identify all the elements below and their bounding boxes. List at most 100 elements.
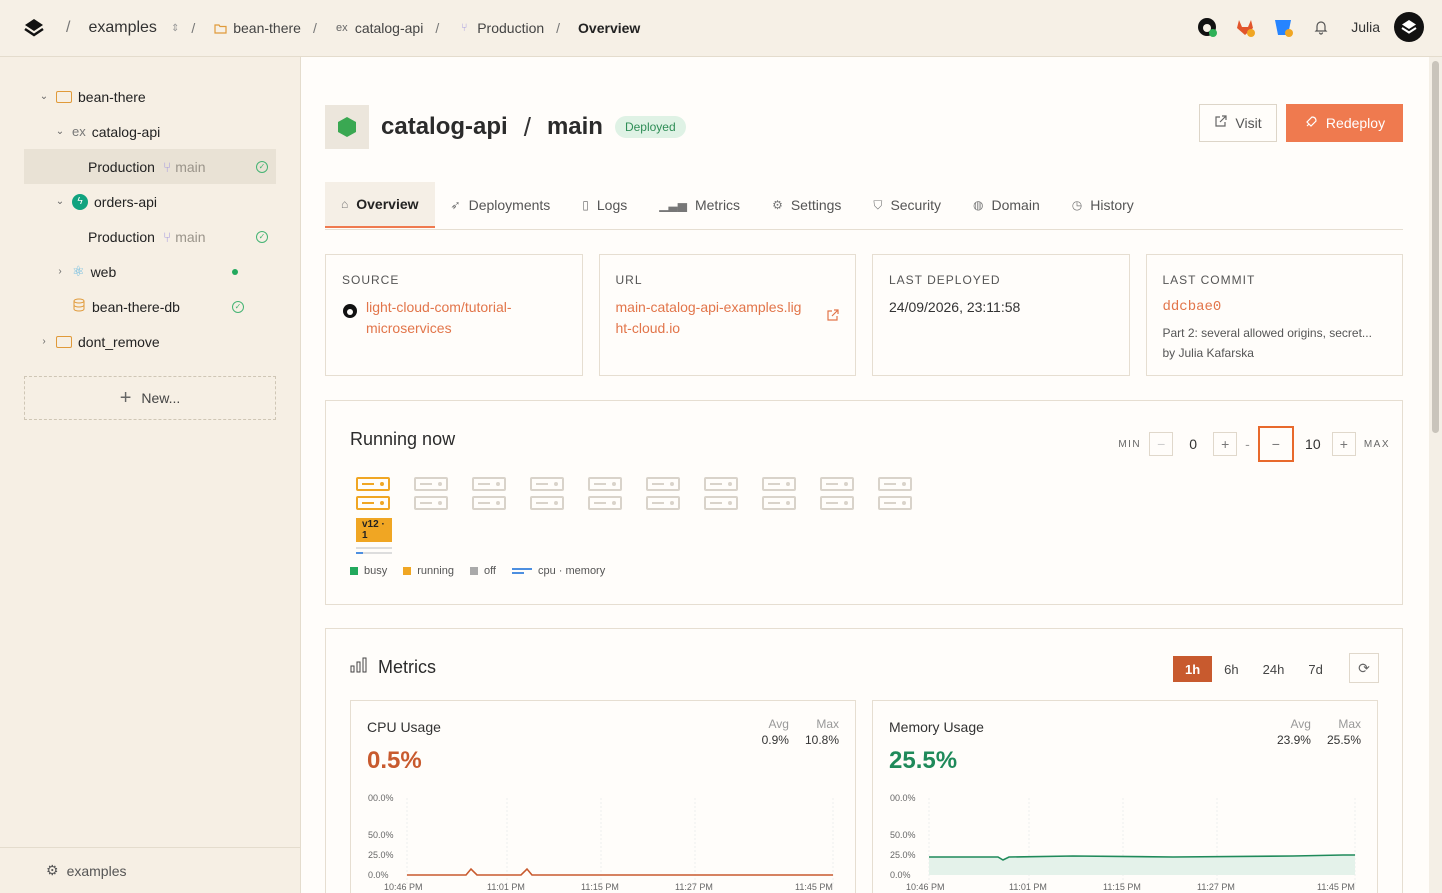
branch-icon: ⑂	[162, 228, 172, 245]
cpu-line	[407, 867, 833, 876]
last-deployed-value: 24/09/2026, 23:11:58	[889, 299, 1021, 315]
user-name[interactable]: Julia	[1351, 19, 1380, 35]
status-badge: Deployed	[614, 116, 686, 138]
card-label: SOURCE	[342, 273, 400, 287]
tab-label: Settings	[790, 197, 842, 213]
tree-item-bean-there[interactable]: ⌄ bean-there	[24, 79, 276, 114]
range-24h[interactable]: 24h	[1251, 656, 1297, 682]
x-tick: 11:45 PM	[795, 882, 833, 892]
instance-running[interactable]: v12 · 1	[356, 477, 392, 557]
elixir-hex-icon	[325, 105, 369, 149]
new-button-label: New...	[141, 390, 181, 406]
page-title: catalog-api	[381, 113, 508, 140]
chevron-down-icon[interactable]: ⌄	[54, 126, 66, 137]
range-dash: -	[1245, 436, 1250, 452]
scrollbar[interactable]	[1429, 57, 1442, 893]
max-label: Max	[816, 717, 839, 731]
folder-icon	[56, 335, 72, 348]
instance-off	[588, 477, 624, 557]
chevron-right-icon[interactable]: ›	[54, 266, 66, 277]
range-7d[interactable]: 7d	[1296, 656, 1334, 682]
instance-off	[414, 477, 450, 557]
status-dot	[232, 268, 238, 275]
branch-title: main	[546, 113, 603, 140]
tab-deployments[interactable]: ➶ Deployments	[435, 182, 567, 228]
refresh-button[interactable]: ⟳	[1349, 653, 1379, 683]
metrics-header: Metrics	[350, 657, 436, 678]
bell-icon[interactable]	[1309, 15, 1333, 39]
project-tree: ⌄ bean-there ⌄ ex catalog-api Production…	[24, 79, 276, 359]
tree-item-catalog-production[interactable]: Production ⑂ main ✓	[24, 149, 276, 184]
source-link-line1: light-cloud-com/tutorial-	[366, 299, 512, 315]
bitbucket-icon[interactable]	[1271, 15, 1295, 39]
gear-icon: ⚙	[46, 862, 59, 878]
max-decrement-button[interactable]: −	[1257, 426, 1294, 462]
tree-item-orders-production[interactable]: Production ⑂ main ✓	[24, 219, 276, 254]
x-tick: 11:27 PM	[1197, 882, 1235, 892]
tree-item-bean-there-db[interactable]: bean-there-db ✓	[24, 289, 276, 324]
tab-logs[interactable]: ▯ Logs	[566, 182, 643, 228]
scrollbar-thumb[interactable]	[1432, 61, 1439, 433]
commit-hash[interactable]: ddcbae0	[1163, 299, 1387, 315]
running-now-title: Running now	[350, 429, 456, 449]
new-button[interactable]: + New...	[24, 376, 276, 420]
tab-overview[interactable]: ⌂ Overview	[325, 182, 435, 228]
visit-button[interactable]: Visit	[1199, 104, 1277, 142]
instance-grid: v12 · 1	[356, 477, 914, 557]
chevron-down-icon[interactable]: ⌄	[38, 91, 50, 102]
legend-label: cpu · memory	[537, 565, 606, 577]
commit-message-block: Part 2: several allowed origins, secret.…	[1163, 323, 1387, 363]
server-icon	[878, 477, 912, 491]
redeploy-button[interactable]: Redeploy	[1286, 104, 1403, 142]
tree-item-label: dont_remove	[78, 333, 160, 350]
legend-swatch	[511, 568, 532, 574]
top-bar: / examples ⇕ / bean-there / ex catalog-a…	[0, 0, 1442, 57]
x-tick: 10:46 PM	[384, 882, 423, 892]
server-icon	[472, 496, 506, 510]
url-link[interactable]: main-catalog-api-examples.lig ht-cloud.i…	[616, 297, 840, 339]
tab-label: Deployments	[468, 197, 551, 213]
chevron-down-icon[interactable]: ⌄	[54, 196, 66, 207]
avatar[interactable]	[1394, 12, 1424, 42]
breadcrumb-environment-label: Production	[477, 20, 545, 36]
instance-off	[704, 477, 740, 557]
breadcrumb-workspace[interactable]: / examples ⇕	[54, 19, 179, 37]
chevron-up-down-icon: ⇕	[170, 22, 180, 34]
tab-label: Overview	[356, 196, 419, 212]
source-link[interactable]: light-cloud-com/tutorial- microservices	[366, 297, 512, 339]
breadcrumb-environment[interactable]: / ⑂ Production	[423, 20, 544, 36]
tree-item-label: bean-there-db	[92, 298, 180, 315]
range-6h[interactable]: 6h	[1212, 656, 1250, 682]
tab-security[interactable]: ⛉ Security	[857, 182, 957, 228]
range-1h[interactable]: 1h	[1173, 656, 1213, 682]
chevron-right-icon[interactable]: ›	[38, 336, 50, 347]
tab-metrics[interactable]: ▁▃▅ Metrics	[643, 182, 756, 228]
url-link-line2: ht-cloud.io	[615, 320, 681, 336]
tab-label: Domain	[991, 197, 1040, 213]
max-increment-button[interactable]: +	[1331, 432, 1356, 456]
breadcrumb-separator: /	[191, 20, 196, 36]
breadcrumb-page: / Overview	[544, 20, 640, 36]
y-tick: 00.0%	[890, 793, 916, 803]
breadcrumb-service[interactable]: / ex catalog-api	[301, 20, 423, 36]
external-link-icon[interactable]	[826, 309, 839, 325]
gitlab-icon[interactable]	[1233, 15, 1257, 39]
version-badge: v12 · 1	[356, 518, 392, 542]
folder-icon	[213, 21, 227, 35]
legend-label: running	[417, 565, 454, 577]
tree-item-orders-api[interactable]: ⌄ ϟ orders-api	[24, 184, 276, 219]
tree-item-dont-remove[interactable]: › dont_remove	[24, 324, 276, 359]
tab-settings[interactable]: ⚙ Settings	[756, 182, 857, 228]
workspace-footer[interactable]: ⚙ examples	[0, 847, 300, 893]
breadcrumb-project[interactable]: / bean-there	[179, 20, 301, 36]
min-increment-button[interactable]: +	[1213, 432, 1238, 456]
commit-author: by Julia Kafarska	[1162, 346, 1254, 360]
tree-item-catalog-api[interactable]: ⌄ ex catalog-api	[24, 114, 276, 149]
min-decrement-button[interactable]: −	[1149, 432, 1174, 456]
github-icon[interactable]	[1195, 15, 1219, 39]
tree-item-web[interactable]: › ⚛ web	[24, 254, 276, 289]
breadcrumb: / examples ⇕ / bean-there / ex catalog-a…	[54, 19, 640, 37]
logo-icon[interactable]	[22, 16, 46, 40]
tab-history[interactable]: ◷ History	[1056, 182, 1150, 228]
tab-domain[interactable]: ◍ Domain	[957, 182, 1056, 228]
